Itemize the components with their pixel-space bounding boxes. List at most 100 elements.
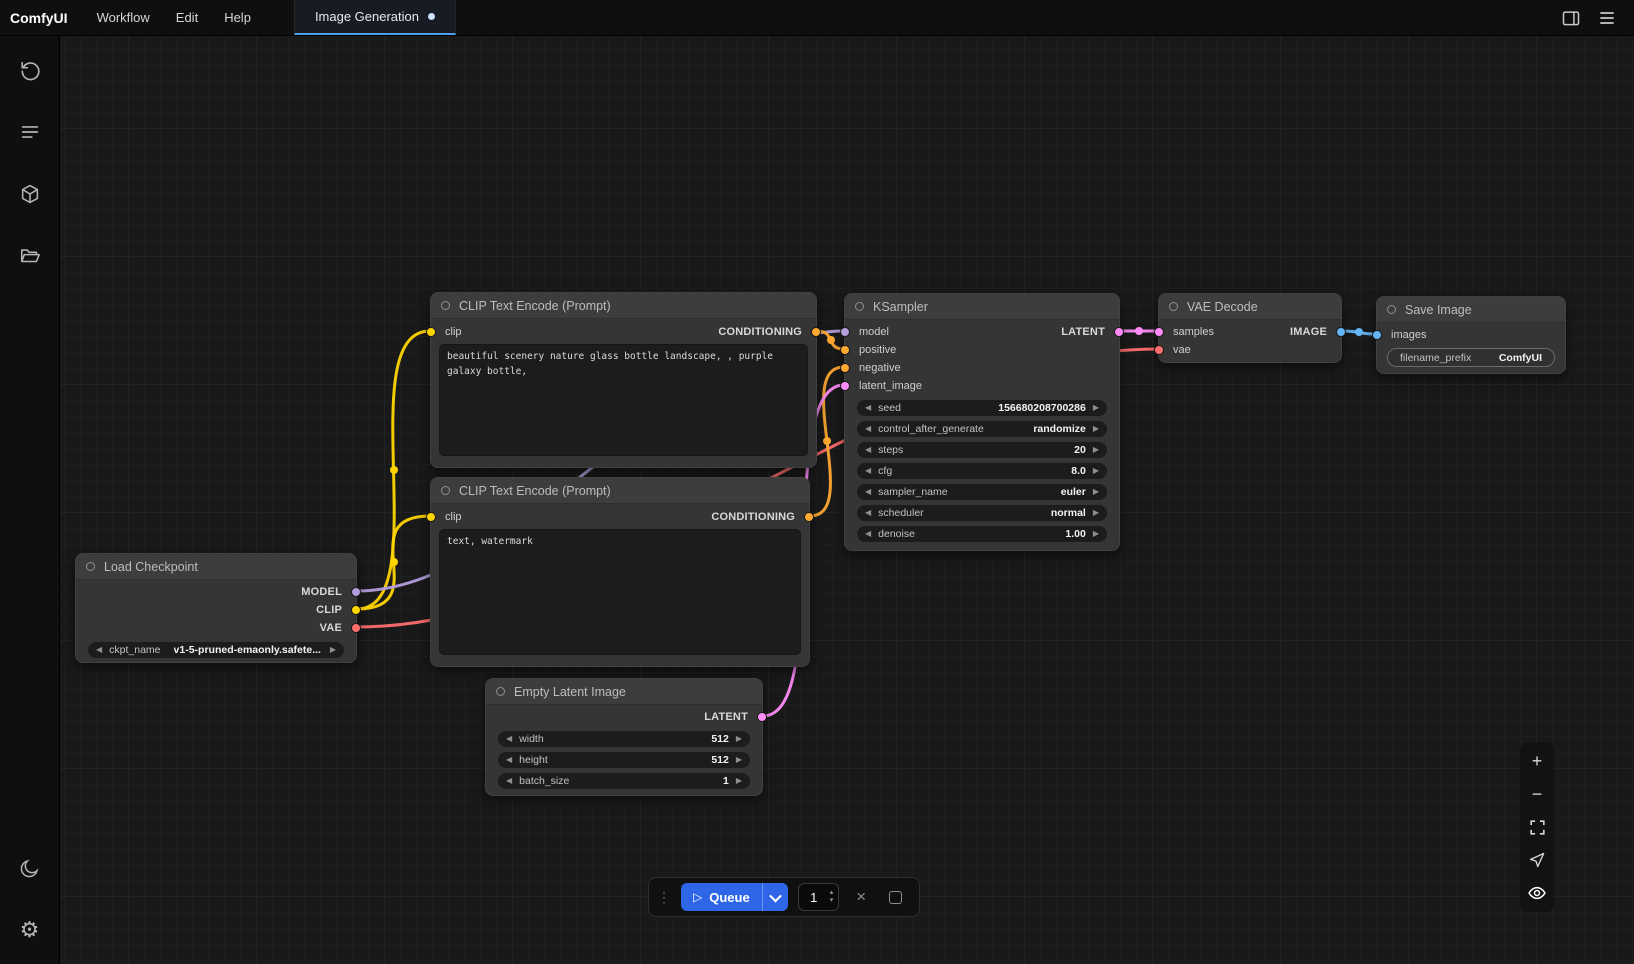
drag-handle[interactable]: ⋮ <box>657 889 671 906</box>
node-header[interactable]: KSampler <box>845 294 1119 320</box>
menu-help[interactable]: Help <box>211 3 264 32</box>
widget-width[interactable]: ◀ width 512 ▶ <box>498 731 750 747</box>
settings-button[interactable]: ⚙ <box>10 910 50 950</box>
input-port-positive[interactable] <box>840 345 850 355</box>
toggle-visibility-button[interactable] <box>1523 878 1551 908</box>
right-arrow-icon[interactable]: ▶ <box>1093 446 1099 454</box>
right-arrow-icon[interactable]: ▶ <box>1093 467 1099 475</box>
node-header[interactable]: CLIP Text Encode (Prompt) <box>431 293 816 319</box>
right-arrow-icon[interactable]: ▶ <box>1093 530 1099 538</box>
widget-sampler-name[interactable]: ◀ sampler_name euler ▶ <box>857 484 1107 500</box>
right-arrow-icon[interactable]: ▶ <box>736 756 742 764</box>
input-port-samples[interactable] <box>1154 327 1164 337</box>
tab-image-generation[interactable]: Image Generation <box>294 0 456 35</box>
input-port-latent-image[interactable] <box>840 381 850 391</box>
node-ksampler[interactable]: KSampler model LATENT positive negative … <box>844 293 1120 551</box>
decrement-count-button[interactable]: ▾ <box>830 897 834 905</box>
queue-button[interactable]: ▷ Queue <box>681 883 788 911</box>
right-arrow-icon[interactable]: ▶ <box>330 646 336 654</box>
widget-batch-size[interactable]: ◀ batch_size 1 ▶ <box>498 773 750 789</box>
output-port-vae[interactable] <box>351 623 361 633</box>
hamburger-menu-button[interactable] <box>1592 3 1622 33</box>
batch-count-input[interactable] <box>799 884 829 910</box>
left-arrow-icon[interactable]: ◀ <box>865 425 871 433</box>
input-port-clip[interactable] <box>426 512 436 522</box>
widget-control-after-generate[interactable]: ◀ control_after_generate randomize ▶ <box>857 421 1107 437</box>
app-logo[interactable]: ComfyUI <box>0 0 84 35</box>
left-arrow-icon[interactable]: ◀ <box>865 509 871 517</box>
left-arrow-icon[interactable]: ◀ <box>865 446 871 454</box>
increment-count-button[interactable]: ▴ <box>830 889 834 897</box>
collapse-dot[interactable] <box>86 562 95 571</box>
node-save-image[interactable]: Save Image images filename_prefix ComfyU… <box>1376 296 1566 374</box>
widget-seed[interactable]: ◀ seed 156680208700286 ▶ <box>857 400 1107 416</box>
widget-denoise[interactable]: ◀ denoise 1.00 ▶ <box>857 526 1107 542</box>
right-arrow-icon[interactable]: ▶ <box>736 735 742 743</box>
zoom-out-button[interactable]: − <box>1523 779 1551 809</box>
collapse-dot[interactable] <box>1169 302 1178 311</box>
positive-prompt-textarea[interactable]: beautiful scenery nature glass bottle la… <box>439 344 808 456</box>
menu-edit[interactable]: Edit <box>163 3 211 32</box>
node-clip-text-encode-positive[interactable]: CLIP Text Encode (Prompt) clip CONDITION… <box>430 292 817 468</box>
left-arrow-icon[interactable]: ◀ <box>865 530 871 538</box>
input-port-model[interactable] <box>840 327 850 337</box>
left-arrow-icon[interactable]: ◀ <box>865 404 871 412</box>
node-vae-decode[interactable]: VAE Decode samples IMAGE vae <box>1158 293 1342 363</box>
output-port-conditioning[interactable] <box>811 327 821 337</box>
left-arrow-icon[interactable]: ◀ <box>506 735 512 743</box>
node-header[interactable]: Empty Latent Image <box>486 679 762 705</box>
toggle-panel-button[interactable] <box>1556 3 1586 33</box>
theme-toggle-button[interactable] <box>10 848 50 888</box>
zoom-in-button[interactable]: + <box>1523 746 1551 776</box>
output-port-latent[interactable] <box>1114 327 1124 337</box>
widget-height[interactable]: ◀ height 512 ▶ <box>498 752 750 768</box>
node-header[interactable]: Load Checkpoint <box>76 554 356 580</box>
output-port-image[interactable] <box>1336 327 1346 337</box>
left-arrow-icon[interactable]: ◀ <box>96 646 102 654</box>
right-arrow-icon[interactable]: ▶ <box>1093 509 1099 517</box>
widget-cfg[interactable]: ◀ cfg 8.0 ▶ <box>857 463 1107 479</box>
widget-steps[interactable]: ◀ steps 20 ▶ <box>857 442 1107 458</box>
stop-button[interactable] <box>883 883 907 911</box>
widget-scheduler[interactable]: ◀ scheduler normal ▶ <box>857 505 1107 521</box>
left-arrow-icon[interactable]: ◀ <box>506 777 512 785</box>
negative-prompt-textarea[interactable]: text, watermark <box>439 529 801 655</box>
cancel-button[interactable]: × <box>849 883 873 911</box>
output-port-latent[interactable] <box>757 712 767 722</box>
chevron-down-icon[interactable] <box>762 883 788 911</box>
input-port-images[interactable] <box>1372 330 1382 340</box>
node-clip-text-encode-negative[interactable]: CLIP Text Encode (Prompt) clip CONDITION… <box>430 477 810 667</box>
node-empty-latent-image[interactable]: Empty Latent Image LATENT ◀ width 512 ▶ … <box>485 678 763 796</box>
fit-view-button[interactable] <box>1523 812 1551 842</box>
input-port-clip[interactable] <box>426 327 436 337</box>
right-arrow-icon[interactable]: ▶ <box>736 777 742 785</box>
left-arrow-icon[interactable]: ◀ <box>506 756 512 764</box>
right-arrow-icon[interactable]: ▶ <box>1093 404 1099 412</box>
right-arrow-icon[interactable]: ▶ <box>1093 488 1099 496</box>
menu-workflow[interactable]: Workflow <box>84 3 163 32</box>
left-arrow-icon[interactable]: ◀ <box>865 488 871 496</box>
node-header[interactable]: VAE Decode <box>1159 294 1341 320</box>
workflows-folder-button[interactable] <box>10 236 50 276</box>
right-arrow-icon[interactable]: ▶ <box>1093 425 1099 433</box>
node-header[interactable]: CLIP Text Encode (Prompt) <box>431 478 809 504</box>
output-port-model[interactable] <box>351 587 361 597</box>
select-mode-button[interactable] <box>1523 845 1551 875</box>
output-port-clip[interactable] <box>351 605 361 615</box>
input-port-negative[interactable] <box>840 363 850 373</box>
workflow-history-button[interactable] <box>10 50 50 90</box>
collapse-dot[interactable] <box>441 301 450 310</box>
input-port-vae[interactable] <box>1154 345 1164 355</box>
collapse-dot[interactable] <box>1387 305 1396 314</box>
output-port-conditioning[interactable] <box>804 512 814 522</box>
queue-list-button[interactable] <box>10 112 50 152</box>
collapse-dot[interactable] <box>441 486 450 495</box>
node-library-button[interactable] <box>10 174 50 214</box>
node-load-checkpoint[interactable]: Load Checkpoint MODEL CLIP VAE ◀ ckpt_na… <box>75 553 357 663</box>
widget-filename-prefix[interactable]: filename_prefix ComfyUI <box>1387 348 1555 367</box>
node-header[interactable]: Save Image <box>1377 297 1565 323</box>
left-arrow-icon[interactable]: ◀ <box>865 467 871 475</box>
collapse-dot[interactable] <box>855 302 864 311</box>
collapse-dot[interactable] <box>496 687 505 696</box>
widget-ckpt-name[interactable]: ◀ ckpt_name v1-5-pruned-emaonly.safete..… <box>88 642 344 658</box>
